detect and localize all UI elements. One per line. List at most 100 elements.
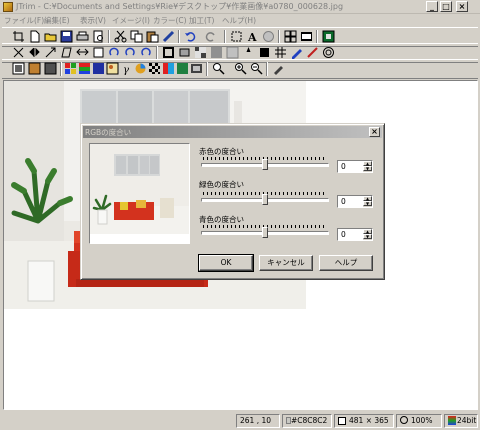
rgb-icon[interactable] — [78, 62, 91, 75]
emboss-icon[interactable] — [258, 46, 271, 59]
checker-icon[interactable] — [148, 62, 161, 75]
menu-help[interactable]: ヘルプ(H) — [222, 15, 256, 26]
select-icon[interactable] — [230, 30, 243, 43]
image-icon[interactable] — [106, 62, 119, 75]
spiral-icon[interactable] — [322, 46, 335, 59]
print-icon[interactable] — [76, 30, 89, 43]
toolbar-separator — [266, 62, 268, 76]
red-value[interactable]: 0 — [341, 162, 346, 171]
toolbar-separator — [156, 46, 158, 60]
close-button[interactable]: × — [456, 1, 468, 12]
mosaic-icon[interactable] — [194, 46, 207, 59]
grid-view-icon[interactable] — [284, 30, 297, 43]
skew-icon[interactable] — [60, 46, 73, 59]
grayscale-icon[interactable] — [44, 62, 57, 75]
vflip-icon[interactable] — [92, 46, 105, 59]
toolbar-separator — [178, 30, 180, 44]
mirror-icon[interactable] — [76, 46, 89, 59]
blur-icon[interactable] — [226, 46, 239, 59]
blue-value-spinner[interactable]: 0 ▲ ▼ — [337, 228, 373, 241]
magnifier-icon[interactable] — [212, 62, 225, 75]
green-value[interactable]: 0 — [341, 197, 346, 206]
preview-image — [89, 143, 190, 244]
rotate-icon[interactable] — [108, 46, 121, 59]
cut-icon[interactable] — [114, 30, 127, 43]
grid-icon[interactable] — [274, 46, 287, 59]
zoom-out-icon[interactable] — [250, 62, 263, 75]
brush-icon[interactable] — [306, 46, 319, 59]
noise-icon[interactable] — [210, 46, 223, 59]
red-value-spinner[interactable]: 0 ▲ ▼ — [337, 160, 373, 173]
spinner-arrows[interactable]: ▲ ▼ — [363, 196, 372, 207]
green-label: 緑色の度合い — [199, 180, 244, 189]
brightness-icon[interactable] — [12, 62, 25, 75]
rgb-dialog: RGBの度合い × 赤色の度合い 0 ▲ ▼ 緑色の度合い 0 ▲ ▼ 青色の度… — [80, 123, 385, 280]
redo-icon[interactable] — [204, 30, 217, 43]
red-label: 赤色の度合い — [199, 147, 244, 156]
menu-edit[interactable]: 編集(E) — [44, 15, 70, 26]
blue-slider[interactable] — [201, 225, 329, 239]
dialog-close-button[interactable]: × — [369, 127, 380, 137]
blue-value[interactable]: 0 — [341, 230, 346, 239]
gray-rect-icon[interactable] — [178, 46, 191, 59]
rotate-left-icon[interactable] — [124, 46, 137, 59]
undo-icon[interactable] — [184, 30, 197, 43]
film-icon[interactable] — [190, 62, 203, 75]
paste-icon[interactable] — [146, 30, 159, 43]
menu-view[interactable]: 表示(V) — [80, 15, 106, 26]
app-icon[interactable] — [3, 2, 13, 12]
zoom-icon — [400, 416, 408, 424]
new-file-icon[interactable] — [28, 30, 41, 43]
trim-icon[interactable] — [12, 46, 25, 59]
resize-icon[interactable] — [44, 46, 57, 59]
frame-icon[interactable] — [322, 30, 335, 43]
tone-icon[interactable] — [176, 62, 189, 75]
help-button[interactable]: ヘルプ — [319, 255, 373, 271]
zoom-in-icon[interactable] — [234, 62, 247, 75]
flip-icon[interactable] — [28, 46, 41, 59]
crop-icon[interactable] — [12, 30, 25, 43]
slider-thumb[interactable] — [262, 194, 268, 205]
gamma-icon[interactable]: γ — [120, 62, 133, 75]
depth-icon — [448, 416, 456, 425]
gradient-icon[interactable] — [92, 62, 105, 75]
invert-icon[interactable] — [162, 62, 175, 75]
print-preview-icon[interactable] — [92, 30, 105, 43]
save-icon[interactable] — [60, 30, 73, 43]
filmstrip-icon[interactable] — [300, 30, 313, 43]
red-slider[interactable] — [201, 157, 329, 171]
menu-file[interactable]: ファイル(F) — [4, 15, 44, 26]
green-slider[interactable] — [201, 192, 329, 206]
spinner-arrows[interactable]: ▲ ▼ — [363, 161, 372, 172]
toolbar-separator — [316, 30, 318, 44]
green-value-spinner[interactable]: 0 ▲ ▼ — [337, 195, 373, 208]
palette-icon[interactable] — [64, 62, 77, 75]
minimize-button[interactable]: _ — [426, 1, 438, 12]
status-bar: 261 , 10 #C8C8C2 481 × 365 100% 24bit — [0, 412, 480, 430]
pen-icon[interactable] — [290, 46, 303, 59]
sepia-icon[interactable] — [28, 62, 41, 75]
menu-process[interactable]: 加工(T) — [189, 15, 214, 26]
copy-icon[interactable] — [130, 30, 143, 43]
menu-image[interactable]: イメージ(I) — [112, 15, 150, 26]
color-swatch-icon — [286, 417, 291, 424]
cancel-button[interactable]: キャンセル — [259, 255, 313, 271]
blue-label: 青色の度合い — [199, 215, 244, 224]
toolbar-separator — [206, 62, 208, 76]
ok-button[interactable]: OK — [198, 254, 254, 272]
circle-icon[interactable] — [262, 30, 275, 43]
rotate-right-icon[interactable] — [140, 46, 153, 59]
border-icon[interactable] — [162, 46, 175, 59]
color-wheel-icon[interactable] — [134, 62, 147, 75]
slider-thumb[interactable] — [262, 227, 268, 238]
maximize-button[interactable]: □ — [440, 1, 452, 12]
open-folder-icon[interactable] — [44, 30, 57, 43]
spinner-arrows[interactable]: ▲ ▼ — [363, 229, 372, 240]
dialog-title-bar[interactable]: RGBの度合い × — [83, 126, 382, 138]
eyedropper-icon[interactable] — [272, 62, 285, 75]
text-icon[interactable]: A — [246, 30, 259, 43]
slider-thumb[interactable] — [262, 159, 268, 170]
stamp-icon[interactable] — [162, 30, 175, 43]
sharpen-icon[interactable] — [242, 46, 255, 59]
menu-color[interactable]: カラー(C) — [153, 15, 187, 26]
